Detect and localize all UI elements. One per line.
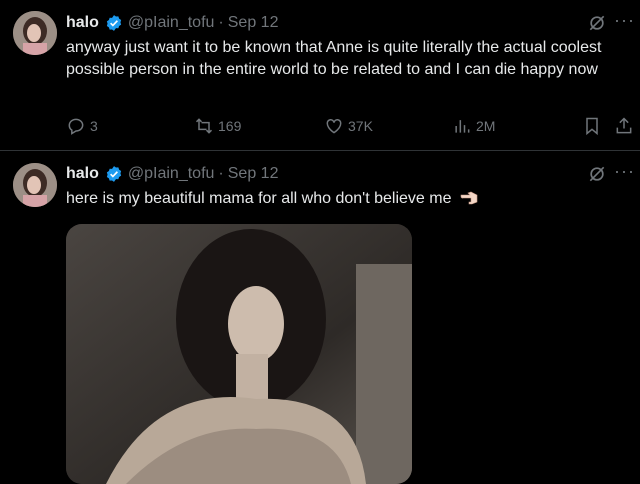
tweet-text: anyway just want it to be known that Ann… [66, 39, 602, 78]
view-count: 2M [476, 118, 496, 134]
avatar[interactable] [13, 163, 57, 207]
display-name[interactable]: halo [66, 14, 99, 32]
tweet-text: here is my beautiful mama for all who do… [66, 190, 452, 207]
avatar[interactable] [13, 11, 57, 55]
tweet[interactable]: halo @pIain_tofu · Sep 12 ··· anyway jus… [0, 0, 640, 151]
timestamp[interactable]: Sep 12 [228, 165, 279, 183]
tweet-photo[interactable] [66, 224, 412, 484]
pointing-left-hand-emoji [460, 191, 478, 205]
like-button[interactable]: 37K [324, 114, 373, 138]
tweet-text-container: here is my beautiful mama for all who do… [66, 188, 626, 210]
reply-icon [68, 118, 84, 135]
views-button[interactable]: 2M [452, 114, 495, 138]
more-icon[interactable]: ··· [614, 161, 635, 182]
handle[interactable]: @pIain_tofu [128, 14, 215, 32]
views-icon [455, 120, 470, 133]
display-name[interactable]: halo [66, 165, 99, 183]
tweet[interactable]: halo @pIain_tofu · Sep 12 ··· here is my… [0, 151, 640, 484]
retweet-icon [195, 118, 213, 134]
grok-icon[interactable] [587, 164, 607, 184]
handle[interactable]: @pIain_tofu [128, 165, 215, 183]
verified-badge-icon [106, 166, 122, 182]
grok-icon[interactable] [587, 13, 607, 33]
verified-badge-icon [106, 15, 122, 31]
separator: · [218, 14, 224, 31]
separator: · [218, 165, 224, 182]
reply-count: 3 [90, 118, 98, 134]
bookmark-icon[interactable] [582, 114, 602, 138]
retweet-count: 169 [218, 118, 242, 134]
like-icon [326, 118, 342, 134]
share-icon[interactable] [614, 114, 634, 138]
action-bar: 3 169 37K 2M [0, 114, 640, 138]
timestamp[interactable]: Sep 12 [228, 14, 279, 32]
retweet-button[interactable]: 169 [194, 114, 241, 138]
more-icon[interactable]: ··· [614, 10, 635, 31]
like-count: 37K [348, 118, 373, 134]
reply-button[interactable]: 3 [66, 114, 98, 138]
